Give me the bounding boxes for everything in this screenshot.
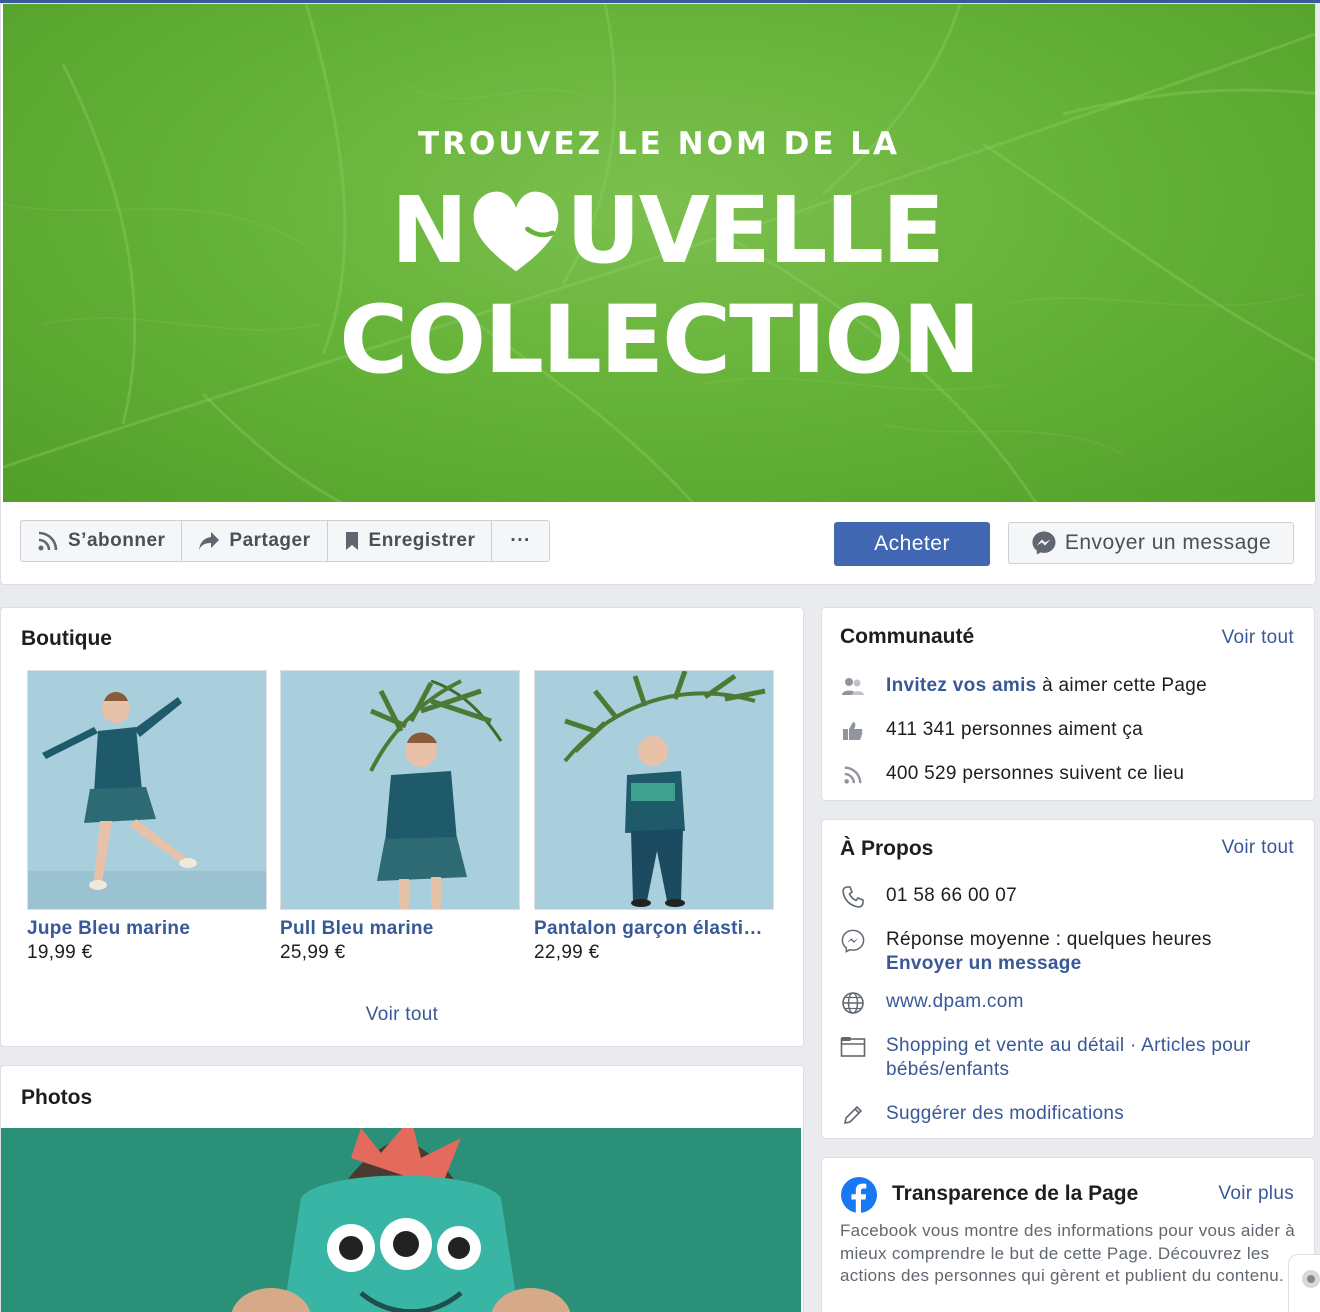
about-suggest-row: Suggérer des modifications — [840, 1102, 1124, 1128]
product-item[interactable]: Jupe Bleu marine 19,99 € — [27, 670, 267, 964]
cover-headline-middle-left: N — [391, 177, 468, 284]
heart-icon — [473, 191, 559, 272]
messenger-icon — [840, 928, 866, 954]
invite-friends-link[interactable]: Invitez vos amis — [886, 675, 1037, 696]
share-button[interactable]: Partager — [181, 520, 328, 562]
about-card: À Propos Voir tout 01 58 66 00 07 Répons… — [821, 819, 1315, 1139]
suggest-edits-link[interactable]: Suggérer des modifications — [886, 1102, 1124, 1126]
thumbs-up-icon — [840, 718, 866, 744]
avatar-image — [1302, 1270, 1320, 1288]
send-message-link[interactable]: Envoyer un message — [886, 952, 1212, 976]
cover-headline-top: TROUVEZ LE NOM DE LA — [417, 126, 901, 162]
subscribe-label: S’abonner — [68, 530, 166, 551]
transparency-see-more-link[interactable]: Voir plus — [1218, 1183, 1294, 1205]
shop-see-all-link[interactable]: Voir tout — [1, 1004, 803, 1026]
share-arrow-icon — [199, 532, 220, 550]
community-likes-row: 411 341 personnes aiment ça — [840, 718, 1143, 744]
transparency-title: Transparence de la Page — [892, 1182, 1139, 1205]
child-photo-2 — [281, 671, 519, 909]
phone-icon — [840, 884, 866, 910]
about-phone-row: 01 58 66 00 07 — [840, 884, 1017, 910]
page-header: TROUVEZ LE NOM DE LA N UVELLE COLLECTION — [0, 3, 1316, 585]
child-photo-3 — [535, 671, 773, 909]
community-see-all-link[interactable]: Voir tout — [1222, 627, 1294, 649]
buy-label: Acheter — [874, 532, 950, 555]
send-message-label: Envoyer un message — [1064, 531, 1272, 554]
product-image[interactable] — [534, 670, 774, 910]
monster-mask-photo — [1, 1128, 801, 1312]
send-message-button[interactable]: Envoyer un message — [1008, 522, 1294, 564]
rss-icon — [840, 762, 866, 788]
invite-friends-icon — [840, 674, 866, 700]
product-price: 22,99 € — [534, 942, 600, 963]
subscribe-button[interactable]: S’abonner — [20, 520, 183, 562]
photos-title: Photos — [21, 1086, 93, 1109]
rss-icon — [38, 531, 58, 551]
globe-icon — [840, 990, 866, 1016]
page-transparency-card: Transparence de la Page Voir plus Facebo… — [821, 1157, 1315, 1312]
product-name[interactable]: Pantalon garçon élastique Bleu marine — [534, 918, 774, 940]
phone-number[interactable]: 01 58 66 00 07 — [886, 884, 1017, 908]
about-website-row: www.dpam.com — [840, 990, 1024, 1016]
photos-card: Photos — [0, 1065, 804, 1312]
cover-headline-middle: N UVELLE — [391, 176, 945, 286]
save-button[interactable]: Enregistrer — [326, 520, 493, 562]
product-price: 19,99 € — [27, 942, 93, 963]
product-image[interactable] — [27, 670, 267, 910]
buy-button[interactable]: Acheter — [834, 522, 990, 566]
pencil-icon — [840, 1102, 866, 1128]
more-options-button[interactable]: ··· — [491, 520, 550, 562]
about-response-row: Réponse moyenne : quelques heures Envoye… — [840, 928, 1212, 976]
product-item[interactable]: Pantalon garçon élastique Bleu marine 22… — [534, 670, 774, 964]
follows-count: 400 529 personnes suivent ce lieu — [886, 763, 1185, 784]
save-label: Enregistrer — [368, 530, 476, 551]
community-title: Communauté — [840, 625, 975, 648]
website-link[interactable]: www.dpam.com — [886, 990, 1024, 1014]
about-category-row: Shopping et vente au détail · Articles p… — [840, 1034, 1300, 1082]
likes-count: 411 341 personnes aiment ça — [886, 719, 1144, 740]
shop-card: Boutique Jupe Bleu marine 19,99 € Pull B… — [0, 607, 804, 1047]
cover-headline-middle-right: UVELLE — [566, 177, 945, 284]
photo-preview[interactable] — [1, 1128, 801, 1312]
community-card: Communauté Voir tout Invitez vos amis à … — [821, 607, 1315, 801]
messenger-icon — [1032, 531, 1056, 555]
invite-friends-text: à aimer cette Page — [1036, 675, 1207, 696]
product-image[interactable] — [280, 670, 520, 910]
page-action-bar: S’abonner Partager Enregistrer ··· — [20, 520, 550, 562]
shop-title: Boutique — [21, 627, 112, 650]
average-response-text: Réponse moyenne : quelques heures — [886, 929, 1212, 950]
about-title: À Propos — [840, 837, 934, 860]
ellipsis-icon: ··· — [510, 530, 531, 551]
about-see-all-link[interactable]: Voir tout — [1222, 837, 1294, 859]
child-photo-1 — [28, 671, 266, 909]
category-separator: · — [1124, 1035, 1142, 1056]
cover-photo[interactable]: TROUVEZ LE NOM DE LA N UVELLE COLLECTION — [3, 4, 1315, 502]
product-name[interactable]: Pull Bleu marine — [280, 918, 520, 940]
category-link-shopping[interactable]: Shopping et vente au détail — [886, 1035, 1124, 1056]
category-folder-icon — [840, 1034, 866, 1060]
transparency-description: Facebook vous montre des informations po… — [840, 1221, 1295, 1285]
product-item[interactable]: Pull Bleu marine 25,99 € — [280, 670, 520, 964]
bookmark-icon — [345, 532, 358, 550]
product-price: 25,99 € — [280, 942, 346, 963]
chat-avatar-thumbnail[interactable] — [1288, 1254, 1320, 1312]
community-follows-row: 400 529 personnes suivent ce lieu — [840, 762, 1184, 788]
share-label: Partager — [229, 530, 311, 551]
facebook-logo-icon — [840, 1176, 878, 1214]
cover-headline-bottom: COLLECTION — [339, 286, 981, 395]
community-invite-row: Invitez vos amis à aimer cette Page — [840, 674, 1207, 700]
product-name[interactable]: Jupe Bleu marine — [27, 918, 267, 940]
